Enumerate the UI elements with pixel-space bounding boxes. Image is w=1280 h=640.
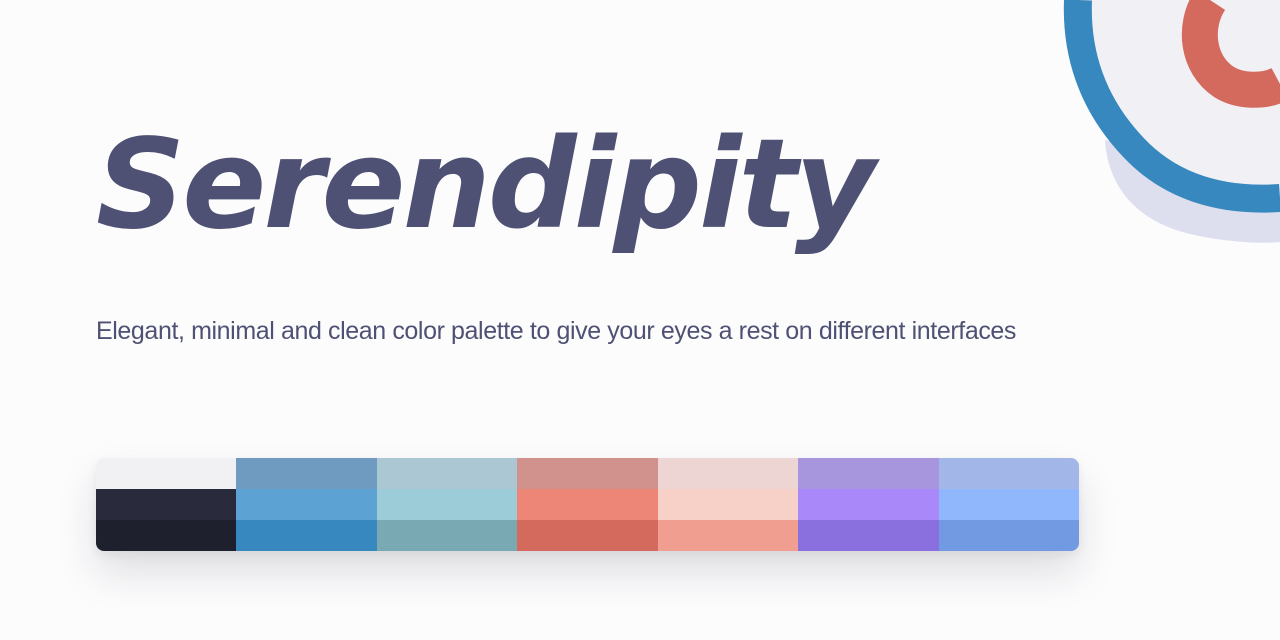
- palette-column-red: [517, 458, 658, 551]
- swatch-periwinkle-2: [938, 489, 1079, 520]
- swatch-peach-1: [657, 458, 799, 489]
- swatch-cyan-2: [376, 489, 518, 520]
- swatch-peach-2: [657, 489, 799, 520]
- swatch-base-3: [96, 520, 237, 551]
- swatch-periwinkle-3: [938, 520, 1079, 551]
- swatch-blue-3: [236, 520, 377, 551]
- serendipity-logo: [1063, 0, 1280, 243]
- swatch-purple-1: [798, 458, 939, 489]
- swatch-purple-2: [798, 489, 939, 520]
- swatch-base-1: [96, 458, 237, 489]
- swatch-cyan-3: [376, 520, 518, 551]
- page-title: Serendipity: [96, 113, 876, 257]
- palette-column-base: [96, 458, 237, 551]
- swatch-cyan-1: [376, 458, 518, 489]
- swatch-base-2: [96, 489, 237, 520]
- swatch-periwinkle-1: [938, 458, 1079, 489]
- swatch-red-2: [517, 489, 658, 520]
- swatch-purple-3: [798, 520, 939, 551]
- palette-column-blue: [236, 458, 377, 551]
- swatch-peach-3: [657, 520, 799, 551]
- palette-column-peach: [657, 458, 799, 551]
- palette-column-cyan: [376, 458, 518, 551]
- color-palette: [96, 458, 1079, 551]
- palette-column-periwinkle: [938, 458, 1079, 551]
- swatch-red-1: [517, 458, 658, 489]
- page-subtitle: Elegant, minimal and clean color palette…: [96, 317, 1017, 345]
- swatch-blue-1: [236, 458, 377, 489]
- swatch-red-3: [517, 520, 658, 551]
- swatch-blue-2: [236, 489, 377, 520]
- palette-column-purple: [798, 458, 939, 551]
